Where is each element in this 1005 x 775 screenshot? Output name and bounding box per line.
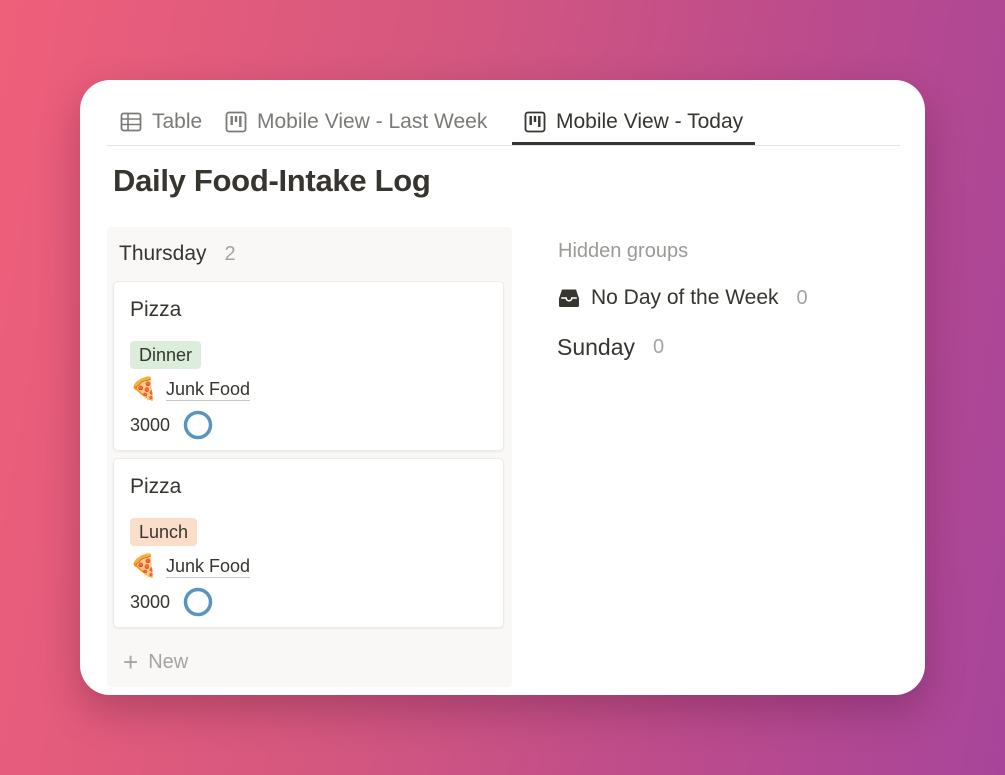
- hidden-group-count: 0: [653, 336, 665, 358]
- tab-label: Mobile View - Last Week: [257, 110, 488, 133]
- page-title: Daily Food-Intake Log: [113, 163, 431, 198]
- hidden-group-name: No Day of the Week: [591, 286, 779, 309]
- tab-mobile-view-last-week[interactable]: Mobile View - Last Week: [225, 100, 487, 144]
- inbox-icon: [557, 286, 581, 310]
- new-label: New: [148, 650, 189, 673]
- pizza-icon: 🍕: [130, 376, 158, 401]
- relation-link[interactable]: Junk Food: [166, 555, 251, 578]
- new-card-button[interactable]: + New: [123, 647, 188, 677]
- column-count: 2: [224, 242, 236, 265]
- calories-value: 3000: [130, 414, 171, 435]
- pizza-icon: 🍕: [130, 553, 158, 578]
- relation-link[interactable]: Junk Food: [166, 378, 251, 401]
- calories-value: 3000: [130, 591, 171, 612]
- tab-label: Table: [152, 110, 203, 133]
- column-name: Thursday: [119, 242, 207, 265]
- meal-tag: Lunch: [130, 518, 198, 546]
- plus-icon: +: [123, 647, 139, 677]
- card-title: Pizza: [130, 298, 182, 321]
- board-icon: [524, 111, 546, 133]
- progress-ring-icon: [182, 409, 214, 441]
- progress-ring-icon: [182, 586, 214, 618]
- food-category-relation[interactable]: 🍕 Junk Food: [130, 374, 251, 404]
- table-icon: [120, 111, 142, 133]
- tab-label: Mobile View - Today: [556, 110, 744, 133]
- board-icon: [225, 111, 247, 133]
- board-column-thursday: Thursday 2 Pizza Dinner 🍕 Junk Food 3000…: [107, 227, 512, 687]
- meal-tag: Dinner: [130, 341, 202, 369]
- column-header[interactable]: Thursday 2: [119, 239, 236, 269]
- hidden-group-count: 0: [796, 286, 808, 309]
- calories-field: 3000: [130, 409, 214, 441]
- food-category-relation[interactable]: 🍕 Junk Food: [130, 551, 251, 581]
- hidden-groups-label: Hidden groups: [558, 240, 689, 262]
- hidden-group-name: Sunday: [557, 334, 636, 360]
- calories-field: 3000: [130, 586, 214, 618]
- board-card[interactable]: Pizza Lunch 🍕 Junk Food 3000: [113, 458, 504, 628]
- view-tabs: Table Mobile View - Last Week Mobile Vie…: [107, 80, 900, 146]
- board-card[interactable]: Pizza Dinner 🍕 Junk Food 3000: [113, 281, 504, 451]
- hidden-group-sunday[interactable]: Sunday 0: [557, 334, 664, 361]
- tab-table[interactable]: Table: [120, 100, 202, 144]
- hidden-group-no-day[interactable]: No Day of the Week 0: [557, 286, 808, 310]
- app-window: Table Mobile View - Last Week Mobile Vie…: [80, 80, 925, 695]
- card-title: Pizza: [130, 475, 182, 498]
- tab-mobile-view-today[interactable]: Mobile View - Today: [511, 100, 756, 145]
